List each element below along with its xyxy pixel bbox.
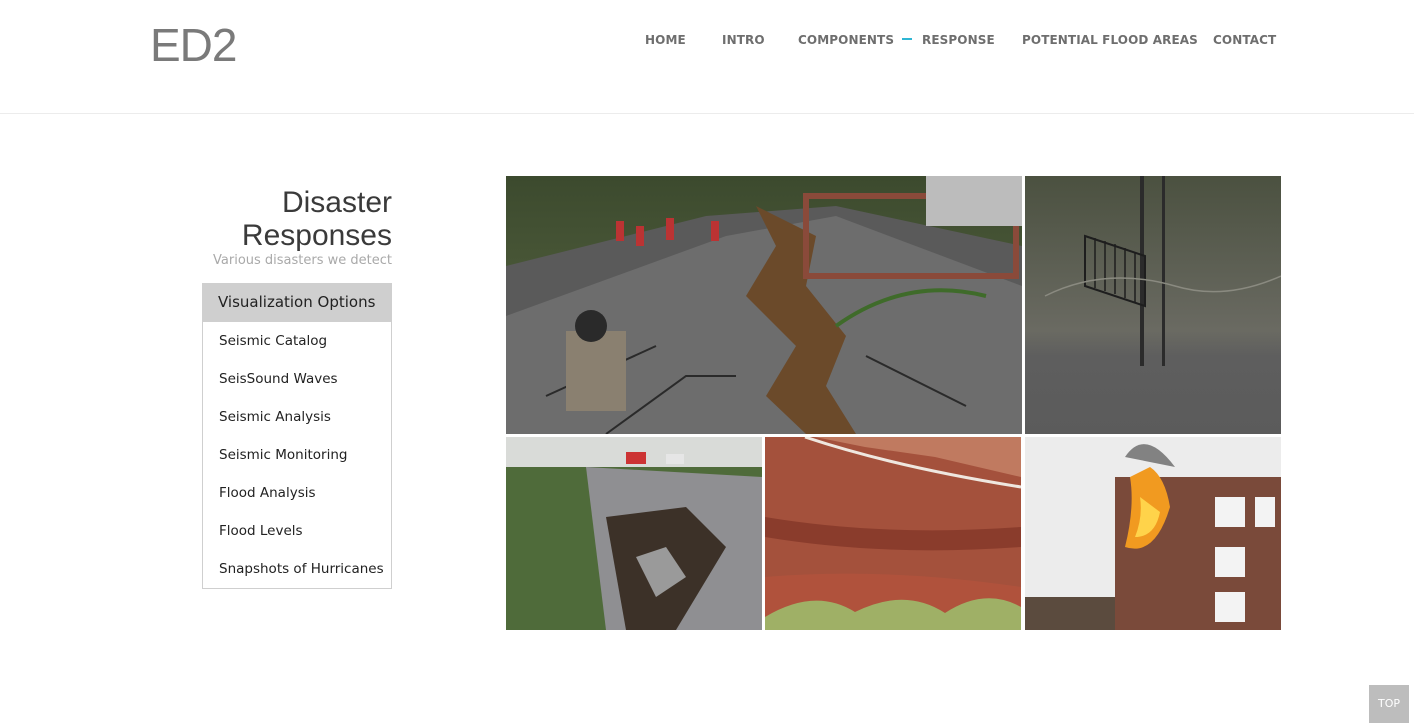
collapsed-road-photo[interactable] — [506, 437, 762, 630]
nav-intro[interactable]: INTRO — [722, 31, 765, 49]
back-to-top-button[interactable]: TOP — [1369, 685, 1409, 723]
menu-item-seismic-monitoring[interactable]: Seismic Monitoring — [203, 436, 391, 474]
cracked-road-photo[interactable] — [506, 176, 1022, 434]
nav-response[interactable]: RESPONSE — [922, 31, 995, 49]
visualization-menu: Visualization Options Seismic Catalog Se… — [202, 283, 392, 589]
menu-item-seismic-analysis[interactable]: Seismic Analysis — [203, 398, 391, 436]
section-subtitle: Various disasters we detect — [213, 253, 392, 268]
flooded-fence-photo[interactable] — [1025, 176, 1281, 434]
menu-header: Visualization Options — [202, 283, 392, 322]
burning-building-photo[interactable] — [1025, 437, 1281, 630]
red-rock-cliff-photo[interactable] — [765, 437, 1021, 630]
menu-item-flood-analysis[interactable]: Flood Analysis — [203, 474, 391, 512]
nav-potential-flood-areas[interactable]: POTENTIAL FLOOD AREAS — [1022, 31, 1198, 49]
section-title: Disaster Responses — [241, 186, 392, 252]
active-nav-indicator — [902, 38, 912, 40]
menu-item-snapshots-of-hurricanes[interactable]: Snapshots of Hurricanes — [203, 550, 391, 588]
main-nav: HOME INTRO COMPONENTS RESPONSE POTENTIAL… — [0, 31, 1414, 51]
nav-components[interactable]: COMPONENTS — [798, 31, 894, 49]
menu-item-seismic-catalog[interactable]: Seismic Catalog — [203, 322, 391, 360]
site-header: ED2 HOME INTRO COMPONENTS RESPONSE POTEN… — [0, 0, 1414, 114]
nav-home[interactable]: HOME — [645, 31, 686, 49]
menu-item-seissound-waves[interactable]: SeisSound Waves — [203, 360, 391, 398]
menu-item-flood-levels[interactable]: Flood Levels — [203, 512, 391, 550]
nav-contact[interactable]: CONTACT — [1213, 31, 1276, 49]
